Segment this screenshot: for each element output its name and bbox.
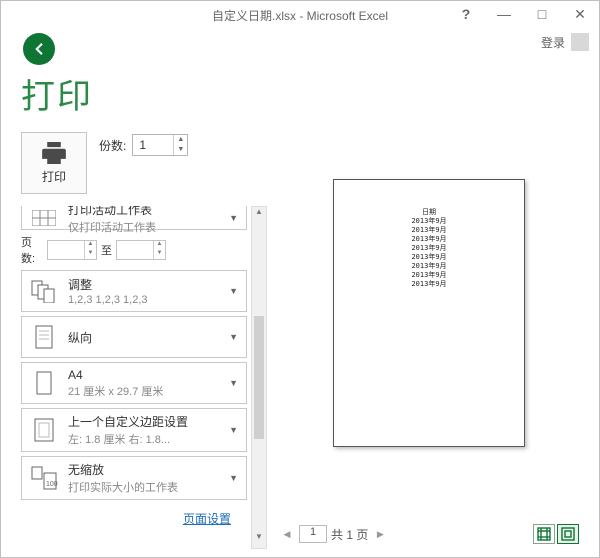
copies-spinner[interactable]: 1 ▲▼	[132, 134, 188, 156]
orientation-title: 纵向	[68, 329, 219, 346]
chevron-down-icon: ▼	[227, 213, 240, 223]
print-what-dropdown[interactable]: 打印活动工作表仅打印活动工作表 ▼	[21, 206, 247, 230]
chevron-down-icon: ▼	[227, 473, 240, 483]
back-arrow-icon	[30, 40, 48, 58]
collate-icon	[30, 279, 58, 303]
chevron-down-icon: ▼	[227, 425, 240, 435]
scaling-dropdown[interactable]: 100 无缩放打印实际大小的工作表 ▼	[21, 456, 247, 500]
zoom-to-page-button[interactable]	[557, 524, 579, 544]
print-what-title: 打印活动工作表	[68, 206, 219, 218]
collate-dropdown[interactable]: 调整1,2,3 1,2,3 1,2,3 ▼	[21, 270, 247, 312]
print-preview: 日期 2013年9月 2013年9月 2013年9月 2013年9月 2013年…	[275, 105, 583, 521]
pages-to-input[interactable]: ▲▼	[116, 240, 166, 260]
collate-title: 调整	[68, 276, 219, 293]
scroll-up-icon[interactable]: ▲	[252, 207, 266, 223]
portrait-icon	[33, 324, 55, 350]
chevron-down-icon: ▼	[227, 332, 240, 342]
help-button[interactable]: ?	[447, 1, 485, 27]
sheet-grid-icon	[32, 210, 56, 226]
pages-from-label: 页数:	[21, 234, 43, 266]
close-button[interactable]: ✕	[561, 1, 599, 27]
scroll-down-icon[interactable]: ▼	[252, 532, 266, 548]
page-total-label: 共 1 页	[331, 526, 368, 543]
preview-page: 日期 2013年9月 2013年9月 2013年9月 2013年9月 2013年…	[333, 179, 525, 447]
chevron-down-icon: ▼	[227, 378, 240, 388]
print-what-sub: 仅打印活动工作表	[68, 219, 219, 235]
margins-dropdown[interactable]: 上一个自定义边距设置左: 1.8 厘米 右: 1.8... ▼	[21, 408, 247, 452]
print-button[interactable]: 打印	[21, 132, 87, 194]
paper-size-dropdown[interactable]: A421 厘米 x 29.7 厘米 ▼	[21, 362, 247, 404]
paper-size-title: A4	[68, 368, 219, 382]
scaling-icon: 100	[30, 465, 58, 491]
collate-sub: 1,2,3 1,2,3 1,2,3	[68, 294, 219, 306]
margins-icon	[33, 417, 55, 443]
margins-title: 上一个自定义边距设置	[68, 413, 219, 430]
print-button-label: 打印	[42, 168, 66, 185]
maximize-button[interactable]: □	[523, 1, 561, 27]
page-icon	[34, 370, 54, 396]
prev-page-button[interactable]: ◀	[279, 526, 295, 542]
login-link[interactable]: 登录	[541, 34, 565, 51]
spinner-down-icon[interactable]: ▼	[174, 145, 187, 155]
copies-value: 1	[133, 138, 173, 152]
spinner-up-icon[interactable]: ▲	[174, 135, 187, 145]
scroll-thumb[interactable]	[254, 316, 264, 440]
page-setup-link[interactable]: 页面设置	[183, 512, 231, 526]
current-page-input[interactable]: 1	[299, 525, 327, 543]
paper-size-sub: 21 厘米 x 29.7 厘米	[68, 383, 219, 399]
copies-label: 份数:	[99, 137, 126, 154]
printer-icon	[40, 142, 68, 164]
window-title: 自定义日期.xlsx - Microsoft Excel	[212, 7, 388, 24]
margins-sub: 左: 1.8 厘米 右: 1.8...	[68, 431, 219, 447]
preview-content: 日期 2013年9月 2013年9月 2013年9月 2013年9月 2013年…	[411, 208, 446, 289]
svg-text:100: 100	[46, 481, 58, 488]
options-scrollbar[interactable]: ▲ ▼	[251, 206, 267, 549]
scaling-sub: 打印实际大小的工作表	[68, 479, 219, 495]
pages-to-label: 至	[101, 242, 112, 258]
pages-from-input[interactable]: ▲▼	[47, 240, 97, 260]
chevron-down-icon: ▼	[227, 286, 240, 296]
page-title: 打印	[21, 69, 267, 118]
next-page-button[interactable]: ▶	[372, 526, 388, 542]
orientation-dropdown[interactable]: 纵向 ▼	[21, 316, 247, 358]
scaling-title: 无缩放	[68, 461, 219, 478]
show-margins-button[interactable]	[533, 524, 555, 544]
minimize-button[interactable]: —	[485, 1, 523, 27]
user-avatar-icon[interactable]	[571, 33, 589, 51]
